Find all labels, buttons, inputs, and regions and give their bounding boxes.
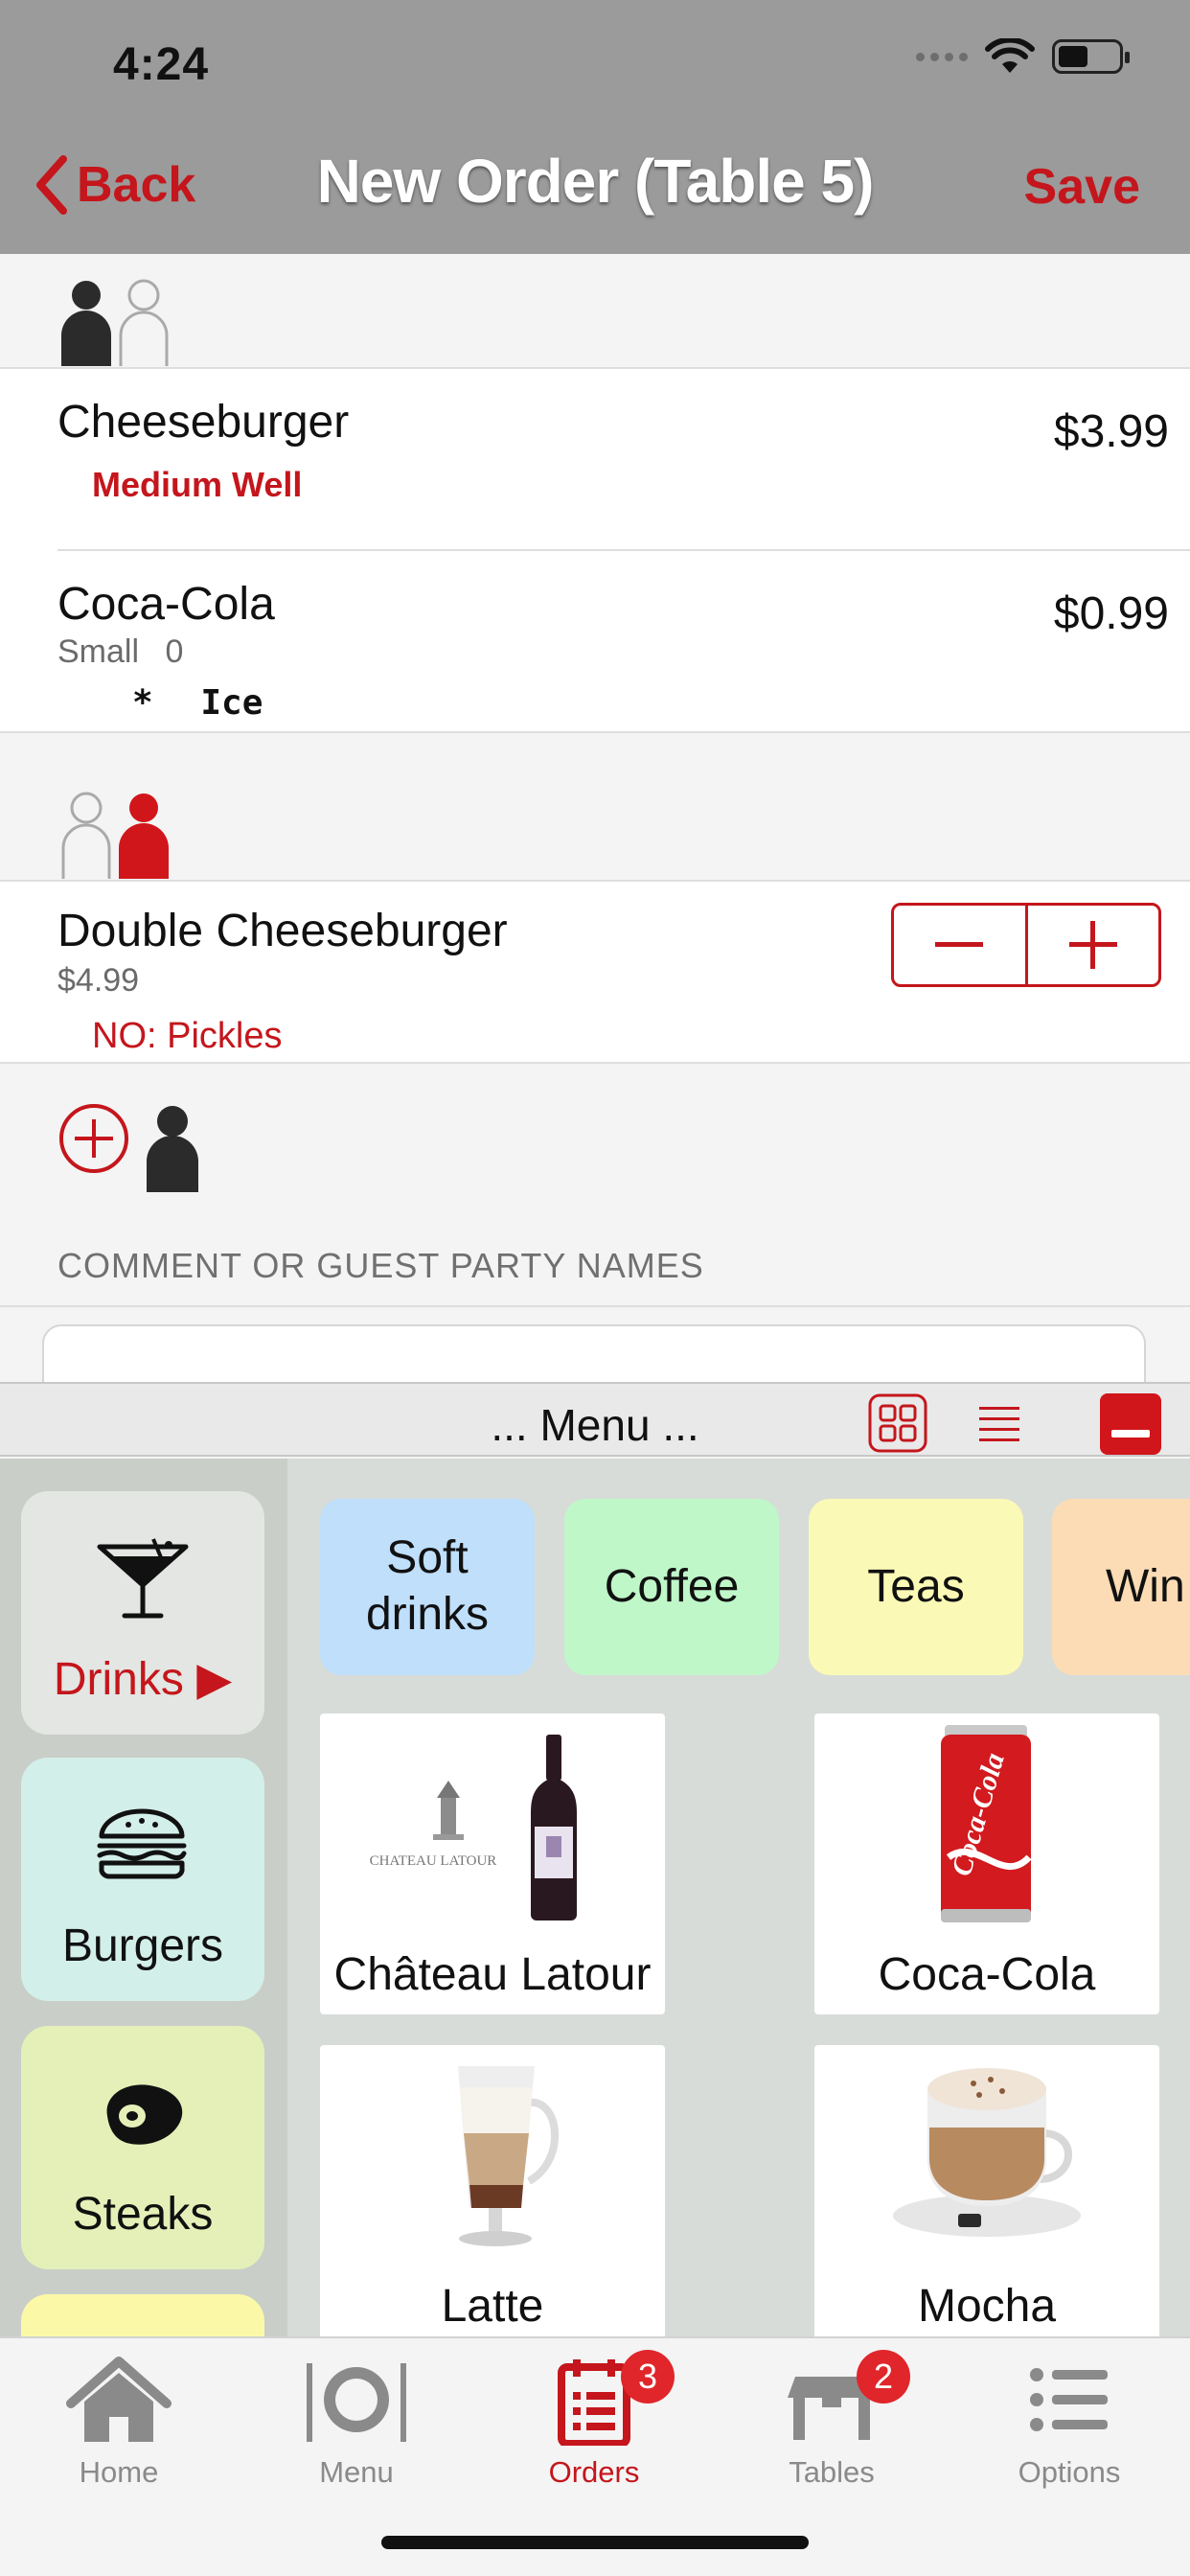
product-mocha[interactable]: Mocha <box>814 2045 1159 2336</box>
category-column: Drinks ▶ Burgers Steaks <box>0 1459 287 2336</box>
back-label: Back <box>77 157 196 213</box>
latte-glass-image <box>458 2066 559 2246</box>
add-seat-button[interactable] <box>57 1102 130 1180</box>
subcategory-label: Soft drinks <box>365 1532 490 1640</box>
tab-menu[interactable]: Menu <box>238 2338 475 2501</box>
home-indicator <box>381 2536 809 2549</box>
item-modifier: NO: Pickles <box>92 1016 283 1056</box>
menu-toolbar: ... Menu ... <box>0 1382 1190 1457</box>
product-chateau-latour[interactable]: CHATEAU LATOUR Château Latour <box>320 1714 665 2014</box>
order-item-cheeseburger[interactable]: Cheeseburger $3.99 Medium Well <box>0 369 1190 551</box>
category-more[interactable] <box>21 2294 264 2336</box>
increment-button[interactable] <box>1028 906 1159 984</box>
category-label: Drinks ▶ <box>53 1654 233 1705</box>
item-note: * Ice <box>132 683 263 723</box>
category-label: Steaks <box>72 2189 214 2240</box>
item-price: $3.99 <box>1053 406 1169 457</box>
wifi-icon <box>985 38 1035 73</box>
person-icon <box>147 1106 198 1192</box>
signal-icon <box>916 52 968 61</box>
product-coca-cola[interactable]: Coca-Cola Coca-Cola <box>814 1714 1159 2014</box>
tab-orders[interactable]: 3 Orders <box>475 2338 713 2501</box>
tables-badge: 2 <box>857 2350 910 2404</box>
item-name: Cheeseburger <box>57 397 350 448</box>
back-button[interactable]: Back <box>34 155 195 215</box>
product-latte[interactable]: Latte <box>320 2045 665 2336</box>
mocha-cup-image <box>893 2068 1081 2237</box>
item-size: Small <box>57 633 140 670</box>
list-view-icon[interactable] <box>977 1393 1021 1453</box>
category-burgers[interactable]: Burgers <box>21 1758 264 2001</box>
divider <box>0 1305 1190 1307</box>
item-name: Coca-Cola <box>57 579 275 630</box>
plus-icon <box>1068 921 1117 969</box>
save-button[interactable]: Save <box>1024 158 1140 216</box>
tab-tables[interactable]: 2 Tables <box>713 2338 950 2501</box>
category-label: Burgers <box>61 1920 224 1971</box>
steak-icon <box>106 2084 183 2145</box>
product-name: Latte <box>441 2281 544 2332</box>
product-name: Château Latour <box>333 1949 652 2000</box>
plate-cutlery-icon <box>307 2363 406 2442</box>
subcategory-wine[interactable]: Win <box>1052 1499 1190 1675</box>
home-icon <box>66 2357 172 2442</box>
tab-options[interactable]: Options <box>950 2338 1188 2501</box>
wine-bottle <box>531 1735 577 1920</box>
chevron-left-icon <box>36 155 67 215</box>
product-name: Coca-Cola <box>878 1949 1096 2000</box>
item-name: Double Cheeseburger <box>57 906 508 956</box>
category-steaks[interactable]: Steaks <box>21 2026 264 2269</box>
add-circle-icon <box>59 1104 128 1173</box>
status-time: 4:24 <box>113 39 210 90</box>
order-item-double-cheeseburger[interactable]: Double Cheeseburger $4.99 NO: Pickles <box>0 882 1190 1064</box>
tab-label: Menu <box>319 2455 394 2489</box>
item-modifier: Medium Well <box>92 465 303 504</box>
wine-bottle-image: CHATEAU LATOUR <box>370 1735 577 1920</box>
subcategory-coffee[interactable]: Coffee <box>564 1499 779 1675</box>
tab-label: Orders <box>548 2455 640 2489</box>
seat-1-person-icon <box>61 279 169 366</box>
item-unit-price: $4.99 <box>57 962 140 999</box>
subcategory-soft-drinks[interactable]: Soft drinks <box>320 1499 535 1675</box>
coca-cola-can-image: Coca-Cola <box>941 1725 1032 1922</box>
burger-icon <box>97 1808 187 1879</box>
tab-label: Home <box>79 2455 159 2489</box>
item-size-qty: Small 0 <box>57 633 183 671</box>
orders-badge: 3 <box>621 2350 675 2404</box>
product-name: Mocha <box>917 2281 1057 2332</box>
item-qty: 0 <box>165 633 184 670</box>
item-price: $0.99 <box>1053 588 1169 639</box>
tab-label: Options <box>1018 2455 1121 2489</box>
note-text: Ice <box>200 683 263 723</box>
status-icons <box>916 38 1130 75</box>
list-icon <box>1030 2368 1108 2431</box>
menu-panel: Drinks ▶ Burgers Steaks Soft drinks Coff… <box>0 1459 1190 2336</box>
seat-2-header[interactable] <box>0 733 1190 882</box>
chateau-tower-logo <box>433 1781 464 1840</box>
brand-text: CHATEAU LATOUR <box>370 1853 497 1869</box>
seat-2-person-icon <box>61 792 169 879</box>
subcategory-label: Win <box>1106 1560 1185 1612</box>
subcategory-teas[interactable]: Teas <box>809 1499 1023 1675</box>
subcategory-label: Teas <box>867 1560 965 1612</box>
battery-icon <box>1052 39 1130 74</box>
tab-home[interactable]: Home <box>0 2338 238 2501</box>
subcategory-label: Coffee <box>604 1560 740 1612</box>
category-drinks[interactable]: Drinks ▶ <box>21 1491 264 1735</box>
collapse-menu-icon[interactable] <box>1100 1393 1161 1455</box>
seat-1-header[interactable] <box>0 254 1190 369</box>
cocktail-icon <box>97 1538 189 1619</box>
quantity-stepper[interactable] <box>891 903 1161 987</box>
order-item-coca-cola[interactable]: Coca-Cola $0.99 Small 0 * Ice <box>0 551 1190 733</box>
orders-icon <box>558 2359 630 2446</box>
app-screen: 4:24 Back New Order (Table 5) Save Chees… <box>0 0 1190 2576</box>
tab-label: Tables <box>789 2455 875 2489</box>
minus-icon <box>935 942 984 947</box>
nav-header: 4:24 Back New Order (Table 5) Save <box>0 0 1190 254</box>
decrement-button[interactable] <box>894 906 1028 984</box>
note-marker: * <box>132 683 153 723</box>
divider <box>0 1062 1190 1064</box>
grid-view-icon[interactable] <box>868 1393 927 1453</box>
comment-label: COMMENT OR GUEST PARTY NAMES <box>57 1246 704 1285</box>
